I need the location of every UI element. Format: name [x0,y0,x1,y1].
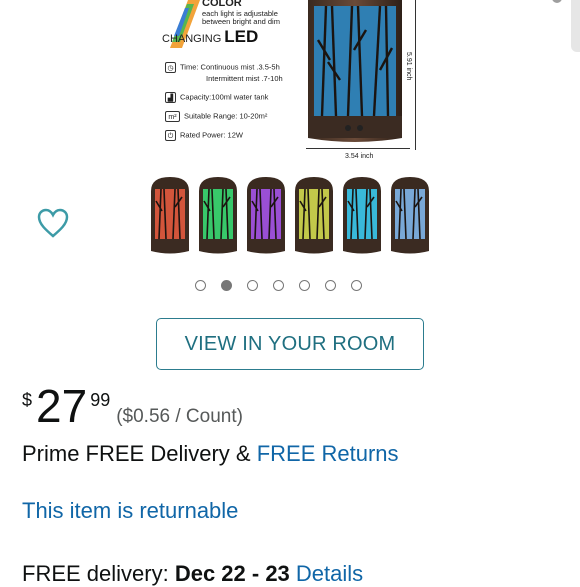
price-fraction: 99 [90,390,111,410]
product-image[interactable]: COLOR each light is adjustable between b… [140,0,440,265]
changing-led: CHANGING LED [162,27,258,47]
tank-icon: ▟ [165,92,176,103]
returnable-link[interactable]: This item is returnable [22,498,238,524]
height-dimension-line [415,0,416,150]
diffuser-variant-image [343,177,381,254]
diffuser-variant-image [391,177,429,254]
view-in-your-room-button[interactable]: VIEW IN YOUR ROOM [156,318,424,370]
main-diffuser-image [308,0,402,142]
unit-price: ($0.56 / Count) [116,406,243,427]
carousel-dot[interactable] [325,280,336,291]
price-block: $ 27 99 ($0.56 / Count) [22,382,243,430]
carousel-dot[interactable] [351,280,362,291]
range-text: Suitable Range: 10-20m² [184,111,268,121]
capacity-text: Capacity:100ml water tank [180,92,269,102]
changing-label: CHANGING [162,33,222,45]
diffuser-variant-image [199,177,237,254]
price-currency: $ [22,390,33,410]
delivery-prefix: FREE delivery: [22,561,175,586]
heart-icon[interactable] [36,206,70,240]
spec-capacity: ▟ Capacity:100ml water tank [165,92,268,103]
carousel-dot[interactable] [273,280,284,291]
carousel-dot[interactable] [195,280,206,291]
delivery-dates: Dec 22 - 23 [174,561,290,586]
area-icon: m² [165,111,180,122]
diffuser-variant-image [247,177,285,254]
carousel-dot[interactable] [299,280,310,291]
adjust-note-2: between bright and dim [202,17,280,26]
image-carousel-dots[interactable] [195,280,362,291]
carousel-dot[interactable] [247,280,258,291]
power-icon: ⏻ [165,130,176,141]
scroll-edge [571,0,580,52]
details-link[interactable]: Details [296,561,363,586]
power-text: Rated Power: 12W [180,130,243,140]
price-whole: 27 [36,380,88,432]
spec-time: ◷ Time: Continuous mist .3.5-5h [165,62,280,73]
clock-icon: ◷ [165,62,176,73]
width-dimension: 3.54 inch [345,153,374,160]
prime-text: Prime FREE Delivery & [22,441,257,466]
diffuser-variant-image [295,177,333,254]
color-word: COLOR [202,0,242,9]
spec-range: m² Suitable Range: 10-20m² [165,111,267,122]
prime-delivery-line: Prime FREE Delivery & FREE Returns [22,441,399,467]
free-returns-link[interactable]: FREE Returns [257,441,399,466]
menu-dot [552,0,562,3]
time-text-1: Time: Continuous mist .3.5-5h [180,62,280,72]
height-dimension: 5.91 inch [405,52,412,81]
time-text-2: Intermittent mist .7-10h [206,74,283,83]
delivery-line: FREE delivery: Dec 22 - 23 Details [22,561,363,587]
diffuser-variant-image [151,177,189,254]
carousel-dot[interactable] [221,280,232,291]
spec-power: ⏻ Rated Power: 12W [165,130,243,141]
diffuser-color-variants [148,177,438,255]
width-dimension-line [306,148,410,149]
led-label: LED [224,27,259,46]
